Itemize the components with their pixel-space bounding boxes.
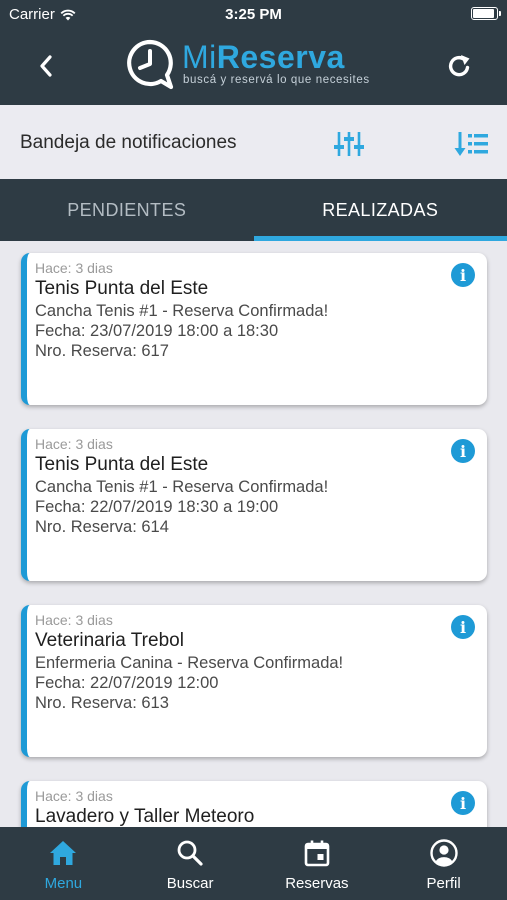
notification-date: Fecha: 23/07/2019 18:00 a 18:30 [35,322,279,340]
nav-perfil[interactable]: Perfil [380,827,507,900]
notification-list[interactable]: Hace: 3 dias Tenis Punta del Este Cancha… [0,241,507,827]
brand-suffix: Reserva [216,39,345,75]
tab-label: REALIZADAS [322,199,439,220]
nav-reservas-label: Reservas [285,875,349,892]
home-icon [50,841,77,865]
tab-label: PENDIENTES [67,199,187,220]
info-icon[interactable]: i [451,791,475,815]
sliders-icon [334,132,364,156]
search-icon [177,840,203,866]
page-title: Bandeja de notificaciones [20,132,237,153]
notification-card[interactable]: Hace: 3 dias Tenis Punta del Este Cancha… [21,253,487,405]
notification-place: Tenis Punta del Este [35,278,209,299]
info-icon[interactable]: i [451,615,475,639]
notification-time-ago: Hace: 3 dias [35,260,113,276]
tab-realizadas[interactable]: REALIZADAS [253,179,507,241]
calendar-icon [304,840,330,867]
clock-chat-icon [127,39,174,90]
notification-detail: Enfermeria Canina - Reserva Confirmada! [35,654,344,672]
app-logo: MiReserva buscá y reservá lo que necesit… [125,36,370,96]
nav-perfil-label: Perfil [426,875,461,892]
notification-number: Nro. Reserva: 617 [35,342,169,360]
clock: 3:25 PM [225,6,282,23]
battery-level [473,9,494,18]
battery-icon [471,7,501,20]
sort-icon [454,132,488,156]
notification-card[interactable]: Hace: 3 dias Lavadero y Taller Meteoro i [21,781,487,827]
bottom-navigation: Menu Buscar Reservas Perfil [0,827,507,900]
status-bar: Carrier 3:25 PM [0,0,507,28]
notification-date: Fecha: 22/07/2019 12:00 [35,674,219,692]
notification-place: Tenis Punta del Este [35,454,209,475]
notification-number: Nro. Reserva: 613 [35,694,169,712]
chevron-left-icon [40,55,52,77]
nav-buscar-label: Buscar [166,875,214,892]
notification-number: Nro. Reserva: 614 [35,518,169,536]
notification-card[interactable]: Hace: 3 dias Veterinaria Trebol Enfermer… [21,605,487,757]
notification-card[interactable]: Hace: 3 dias Tenis Punta del Este Cancha… [21,429,487,581]
notification-time-ago: Hace: 3 dias [35,788,113,804]
profile-icon [429,839,458,867]
notification-place: Veterinaria Trebol [35,630,184,651]
notification-date: Fecha: 22/07/2019 18:30 a 19:00 [35,498,279,516]
filter-button[interactable] [330,125,368,163]
refresh-button[interactable] [441,48,477,84]
brand-prefix: Mi [182,39,217,75]
tab-bar: PENDIENTES REALIZADAS [0,179,507,241]
sort-button[interactable] [452,125,492,163]
notification-place: Lavadero y Taller Meteoro [35,806,255,827]
nav-menu[interactable]: Menu [0,827,127,900]
brand-name: MiReserva [182,39,345,75]
app-header: MiReserva buscá y reservá lo que necesit… [0,28,507,105]
tab-pendientes[interactable]: PENDIENTES [0,179,254,241]
info-icon[interactable]: i [451,439,475,463]
notification-detail: Cancha Tenis #1 - Reserva Confirmada! [35,478,329,496]
notification-time-ago: Hace: 3 dias [35,436,113,452]
nav-menu-label: Menu [44,875,83,892]
notifications-toolbar: Bandeja de notificaciones [0,105,507,179]
notification-time-ago: Hace: 3 dias [35,612,113,628]
nav-reservas[interactable]: Reservas [254,827,381,900]
notification-detail: Cancha Tenis #1 - Reserva Confirmada! [35,302,329,320]
refresh-icon [448,55,470,77]
info-icon[interactable]: i [451,263,475,287]
nav-buscar[interactable]: Buscar [127,827,254,900]
brand-tagline: buscá y reservá lo que necesites [183,74,370,86]
back-button[interactable] [28,48,64,84]
